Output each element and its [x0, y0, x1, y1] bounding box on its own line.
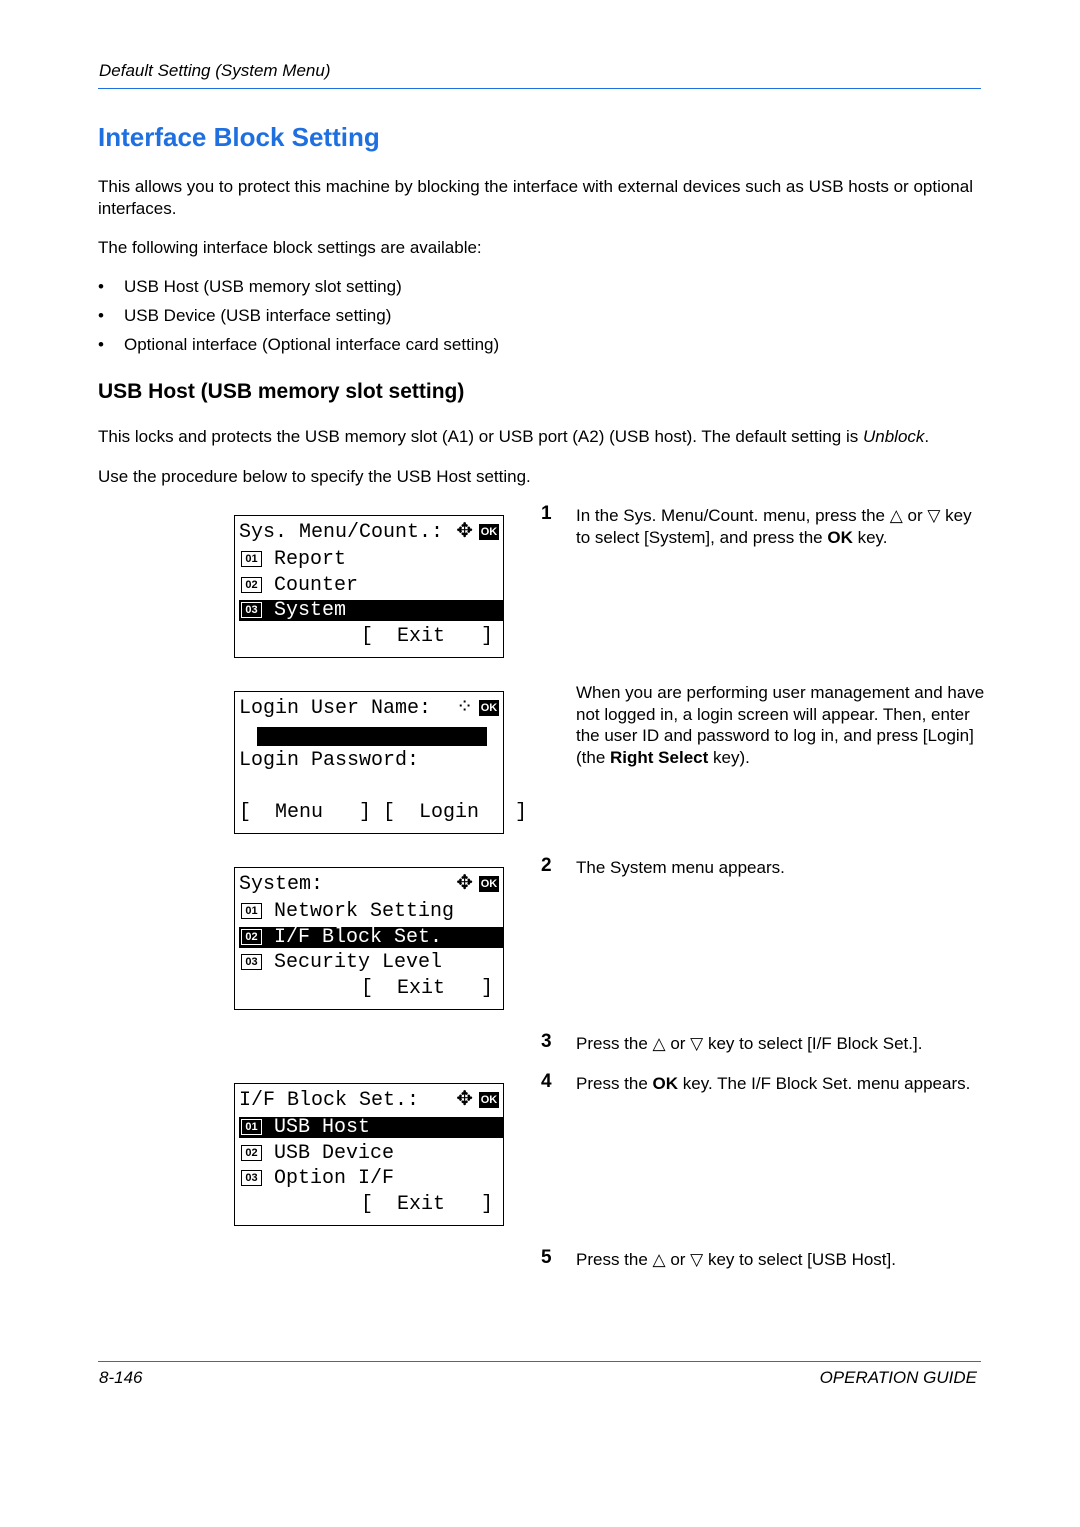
lcd-menu-item: 01 Network Setting [239, 901, 503, 922]
item-label: Option I/F [274, 1167, 395, 1190]
item-number-icon: 01 [241, 903, 262, 919]
text-segment: key). [708, 747, 750, 767]
step-number: 4 [541, 1071, 552, 1092]
text-segment: In the Sys. Menu/Count. menu, press the … [576, 506, 972, 547]
lcd-menu-item: 02 Counter [239, 575, 503, 596]
step-text: In the Sys. Menu/Count. menu, press the … [576, 505, 986, 548]
step-number: 5 [541, 1247, 552, 1268]
section-heading: USB Host (USB memory slot setting) [98, 380, 465, 403]
italic-text: Unblock [862, 427, 925, 446]
lcd-menu-item: 02 USB Device [239, 1143, 503, 1164]
item-label: Network Setting [274, 900, 455, 923]
running-header: Default Setting (System Menu) [99, 61, 331, 80]
arrow-keys-icon: ✥ [456, 518, 473, 542]
lcd-menu-item: 03 System [239, 600, 503, 621]
section-paragraph: This locks and protects the USB memory s… [98, 426, 983, 448]
step-number: 2 [541, 855, 552, 876]
lcd-menu-item: 01 USB Host [239, 1117, 503, 1138]
ok-key-icon: OK [479, 700, 499, 716]
lcd-menu-item: 02 I/F Block Set. [239, 925, 503, 949]
item-label: USB Host [274, 1116, 371, 1139]
lcd-softkeys: [ Menu ] [ Login ] [239, 801, 528, 824]
item-number-icon: 03 [241, 954, 262, 970]
bold-text: OK [827, 527, 853, 547]
header-rule [98, 88, 981, 89]
page-title: Interface Block Setting [98, 122, 380, 152]
intro-paragraph: This allows you to protect this machine … [98, 177, 973, 218]
text-segment: The System menu appears. [576, 858, 785, 877]
user-name-input-field [257, 727, 487, 746]
lcd-screen: System: ✥ OK 01 Network Setting 02 I/F Block S… [234, 867, 504, 1010]
intro-paragraph-2: The following interface block settings a… [98, 238, 482, 257]
item-label: System [274, 599, 347, 622]
bold-text: Right Select [610, 747, 709, 767]
lcd-menu-item: 03 Security Level [239, 952, 503, 973]
ok-key-icon: OK [479, 524, 499, 540]
item-number-icon: 02 [241, 928, 262, 945]
item-label: USB Device [274, 1141, 395, 1165]
item-label: Security Level [274, 951, 443, 974]
step-text: Press the △ or ▽ key to select [I/F Bloc… [576, 1033, 986, 1055]
arrow-keys-icon: ✥ [456, 1086, 473, 1110]
ok-key-icon: OK [479, 876, 499, 892]
item-label: I/F Block Set. [274, 925, 443, 949]
text-segment: Press the [576, 1074, 653, 1093]
text-segment: Press the △ or ▽ key to select [USB Host… [576, 1250, 896, 1269]
text-segment: key. The I/F Block Set. menu appears. [678, 1074, 971, 1093]
lcd-menu-item: 03 Option I/F [239, 1168, 503, 1189]
page-number: 8-146 [99, 1368, 143, 1387]
arrow-keys-icon: ✥ [456, 870, 473, 894]
text-segment: Press the △ or ▽ key to select [I/F Bloc… [576, 1034, 923, 1053]
lcd-menu-item: 01 Report [239, 549, 503, 570]
step-text: Press the △ or ▽ key to select [USB Host… [576, 1249, 986, 1271]
step-text: Press the OK key. The I/F Block Set. men… [576, 1073, 986, 1095]
ok-key-icon: OK [479, 1092, 499, 1108]
item-number-icon: 02 [241, 1144, 262, 1161]
guide-title: OPERATION GUIDE [819, 1368, 977, 1387]
bullet-item: • USB Device (USB interface setting) [98, 306, 392, 325]
item-label: Counter [274, 573, 359, 597]
step-number: 3 [541, 1031, 552, 1052]
text-segment: This locks and protects the USB memory s… [98, 427, 863, 446]
step-number: 1 [541, 503, 552, 524]
item-number-icon: 03 [241, 602, 262, 618]
item-number-icon: 03 [241, 1170, 262, 1186]
text-segment: key. [852, 527, 888, 547]
step-text: When you are performing user management … [576, 682, 986, 768]
lcd-softkeys: [ Exit ] [360, 625, 493, 648]
item-number-icon: 01 [241, 1119, 262, 1135]
item-label: Report [274, 548, 347, 571]
bold-text: OK [652, 1074, 679, 1093]
bullet-item: • Optional interface (Optional interface … [98, 335, 500, 354]
lcd-screen: I/F Block Set.: ✥ OK 01 USB Host 02 USB Device… [234, 1083, 504, 1226]
section-paragraph-2: Use the procedure below to specify the U… [98, 467, 531, 486]
step-text: The System menu appears. [576, 857, 986, 879]
footer-rule [98, 1361, 981, 1362]
bullet-item: • USB Host (USB memory slot setting) [98, 277, 402, 296]
item-number-icon: 01 [241, 551, 262, 567]
lcd-softkeys: [ Exit ] [360, 1193, 493, 1216]
dotted-arrow-keys-icon: ⁘ [456, 694, 473, 718]
text-segment: . [924, 427, 930, 446]
lcd-password-label: Login Password: [239, 749, 420, 772]
item-number-icon: 02 [241, 576, 262, 593]
lcd-screen: Sys. Menu/Count.: ✥ OK 01 Report 02 Counter 03 S… [234, 515, 504, 658]
lcd-screen: Login User Name: ⁘ OK Login Password:[ Menu… [234, 691, 528, 834]
lcd-softkeys: [ Exit ] [360, 977, 493, 1000]
